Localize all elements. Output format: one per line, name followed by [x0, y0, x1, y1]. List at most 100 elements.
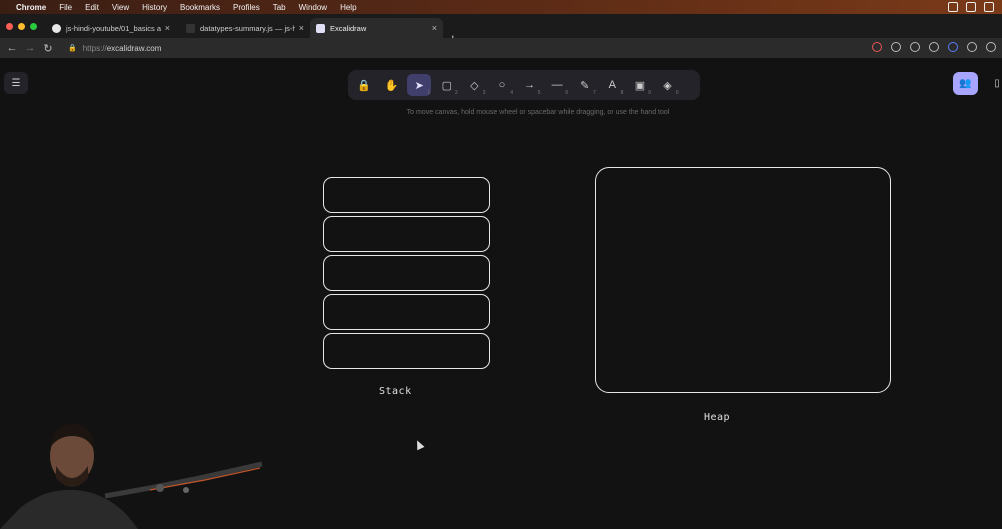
tool-shortcut-number: 4	[510, 90, 513, 96]
url-host: excalidraw.com	[106, 43, 162, 53]
collaborate-button[interactable]: 👥	[953, 72, 978, 95]
menu-bookmarks[interactable]: Bookmarks	[180, 3, 220, 12]
puzzle-icon[interactable]	[986, 42, 996, 52]
menu-profiles[interactable]: Profiles	[233, 3, 260, 12]
tool-arrow[interactable]: → 5	[518, 74, 542, 96]
heap-rectangle[interactable]	[595, 167, 891, 393]
google-icon[interactable]	[872, 42, 882, 52]
minimize-window-button[interactable]	[18, 23, 25, 30]
tool-text[interactable]: A8	[600, 74, 624, 96]
tab-label: datatypes-summary.js — js-hi	[200, 23, 295, 33]
canvas-hint: To move canvas, hold mouse wheel or spac…	[406, 109, 670, 116]
tool-lock[interactable]: 🔒	[352, 74, 376, 96]
tool-shortcut-number: 1	[427, 90, 431, 96]
github-icon	[52, 23, 61, 33]
tool-shortcut-number: 3	[482, 90, 486, 96]
menu-history[interactable]: History	[142, 3, 167, 12]
tab-label: js-hindi-youtube/01_basics at	[66, 23, 161, 33]
tool-shortcut-number: 9	[648, 90, 651, 96]
tool-selection[interactable]: ➤ 1	[407, 74, 432, 96]
bookmark-star-icon[interactable]	[929, 42, 939, 52]
stack-frame[interactable]	[323, 294, 490, 330]
presenter-webcam	[0, 424, 263, 529]
tool-hand[interactable]: ✋	[380, 74, 404, 96]
library-button[interactable]: ▯	[990, 74, 1002, 92]
tab-label: Excalidraw	[330, 23, 367, 33]
settings-icon[interactable]	[984, 2, 994, 12]
tool-shortcut-number: 5	[537, 90, 541, 96]
diamond-icon: ◇	[470, 79, 479, 92]
tool-shortcut-number: 7	[592, 90, 596, 96]
close-tab-icon[interactable]: ×	[299, 23, 304, 33]
maximize-window-button[interactable]	[30, 23, 37, 30]
tool-shortcut-number: 6	[565, 90, 569, 96]
stack-label[interactable]: Stack	[379, 386, 412, 397]
macos-menubar: Chrome File Edit View History Bookmarks …	[0, 0, 1002, 14]
close-tab-icon[interactable]: ×	[432, 23, 437, 33]
heap-label[interactable]: Heap	[704, 412, 730, 423]
window-controls	[6, 23, 37, 30]
tool-rectangle[interactable]: ▢ 2	[435, 74, 459, 97]
stack-frame[interactable]	[323, 333, 490, 369]
library-icon: ▯	[994, 77, 1000, 89]
forward-icon[interactable]: →	[24, 42, 36, 54]
menu-tab[interactable]: Tab	[273, 3, 286, 12]
back-icon[interactable]: ←	[6, 42, 18, 54]
menu-help[interactable]: Help	[340, 3, 356, 12]
eraser-icon: ◈	[663, 79, 672, 92]
mouse-cursor	[413, 438, 425, 451]
vscode-icon	[186, 23, 195, 33]
tool-diamond[interactable]: ◇ 3	[462, 74, 486, 97]
rectangle-icon: ▢	[441, 79, 452, 92]
extension-icon[interactable]	[948, 42, 958, 52]
image-icon: ▣	[634, 79, 646, 92]
arrow-icon: →	[524, 79, 536, 91]
tab-excalidraw[interactable]: Excalidraw ×	[310, 18, 443, 38]
text-icon: A	[608, 79, 617, 91]
url-scheme: https://	[82, 43, 107, 53]
menu-edit[interactable]: Edit	[85, 3, 99, 12]
ellipse-icon: ○	[498, 79, 506, 91]
lock-icon[interactable]: 🔒	[68, 44, 77, 52]
tab-github[interactable]: js-hindi-youtube/01_basics at ×	[46, 18, 176, 38]
menu-view[interactable]: View	[112, 3, 129, 12]
tool-draw[interactable]: ✎ 7	[573, 74, 597, 97]
stack-frame[interactable]	[323, 216, 490, 252]
tool-line[interactable]: —6	[545, 74, 569, 96]
share-icon[interactable]	[910, 42, 920, 52]
install-icon[interactable]	[891, 42, 901, 52]
draw-icon: ✎	[580, 79, 590, 92]
tab-vscode[interactable]: datatypes-summary.js — js-hi ×	[180, 18, 310, 38]
status-icons	[948, 2, 994, 12]
url-field[interactable]: 🔒 https://excalidraw.com	[68, 44, 161, 53]
tool-shortcut-number: 2	[455, 90, 458, 96]
status-icon[interactable]	[948, 2, 958, 12]
browser-tabbar: js-hindi-youtube/01_basics at × datatype…	[0, 14, 1002, 46]
extension-icons	[872, 42, 996, 52]
screen-record-icon[interactable]	[966, 2, 976, 12]
tool-shortcut-number: 8	[620, 90, 624, 96]
menu-chrome[interactable]: Chrome	[16, 3, 46, 12]
close-tab-icon[interactable]: ×	[165, 23, 170, 33]
hand-icon: ✋	[384, 79, 399, 92]
close-window-button[interactable]	[6, 23, 13, 30]
line-icon: —	[551, 79, 563, 91]
stack-frame[interactable]	[323, 177, 490, 213]
excalidraw-canvas[interactable]: ☰ 🔒 ✋ ➤ 1 ▢ 2 ◇ 3 ○ 4 → 5—6 ✎ 7 A 8 ▣ 9 ◈ 0 👥 ▯ To move can…	[0, 58, 1002, 529]
reload-icon[interactable]: ↻	[42, 42, 54, 55]
tool-toolbar: 🔒 ✋ ➤ 1 ▢ 2 ◇ 3 ○ 4 → 5—6 ✎ 7 A 8 ▣ 9 ◈ 0	[348, 70, 700, 100]
hamburger-menu-button[interactable]: ☰	[4, 72, 28, 94]
selection-icon: ➤	[414, 79, 424, 92]
tool-eraser[interactable]: ◈ 0	[656, 74, 680, 97]
address-bar: ← → ↻ 🔒 https://excalidraw.com	[0, 38, 1002, 58]
lock-icon: 🔒	[357, 79, 371, 92]
menu-window[interactable]: Window	[299, 3, 327, 12]
tool-shortcut-number: 0	[675, 90, 679, 96]
menu-file[interactable]: File	[59, 3, 72, 12]
stack-frame[interactable]	[323, 255, 490, 291]
excalidraw-icon	[316, 23, 325, 33]
users-icon: 👥	[959, 78, 972, 89]
eyedropper-icon[interactable]	[967, 42, 977, 52]
tool-image[interactable]: ▣ 9	[628, 74, 652, 97]
tool-ellipse[interactable]: ○ 4	[490, 74, 514, 96]
